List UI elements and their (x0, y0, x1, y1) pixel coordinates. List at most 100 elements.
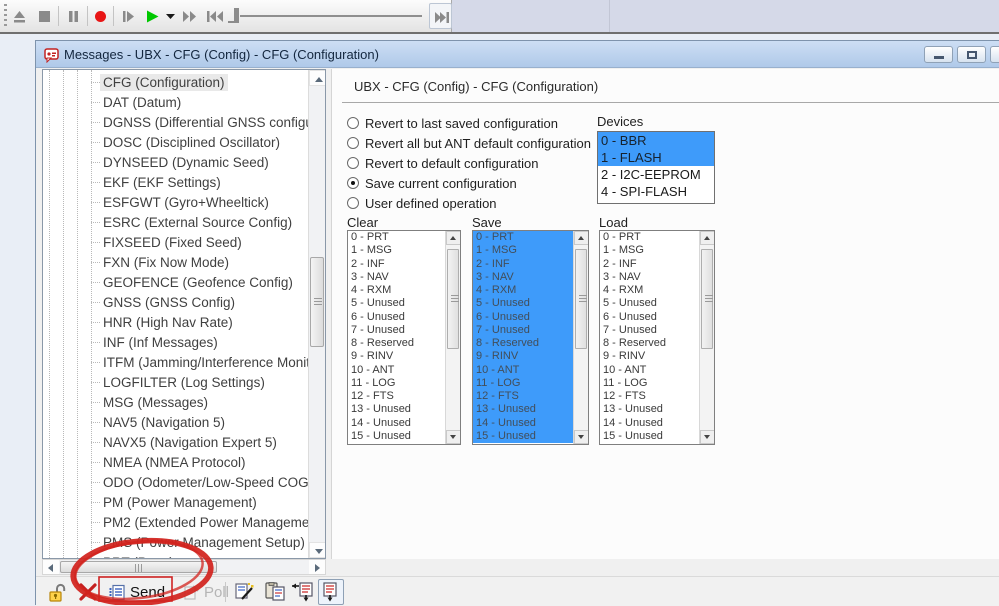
device-item[interactable]: 2 - I2C-EEPROM (598, 166, 714, 183)
tree-item[interactable]: FIXSEED (Fixed Seed) (43, 232, 308, 252)
scroll-up-button[interactable] (309, 70, 326, 86)
pause-icon[interactable] (66, 9, 81, 24)
restore-button[interactable] (957, 46, 986, 63)
list-item-selected[interactable]: 5 - Unused (473, 297, 573, 310)
list-item[interactable]: 2 - INF (600, 258, 699, 271)
list-item-selected[interactable]: 11 - LOG (473, 377, 573, 390)
poll-once-button[interactable] (290, 579, 316, 605)
play-icon[interactable] (145, 9, 160, 24)
list-item-selected[interactable]: 7 - Unused (473, 324, 573, 337)
list-item-selected[interactable]: 8 - Reserved (473, 337, 573, 350)
scroll-up-button[interactable] (574, 231, 589, 245)
radio-revert-default[interactable]: Revert to default configuration (347, 153, 591, 173)
send-button[interactable]: Send (109, 580, 165, 604)
device-item[interactable]: 0 - BBR (598, 132, 714, 149)
list-item-selected[interactable]: 6 - Unused (473, 311, 573, 324)
tree-item[interactable]: FXN (Fix Now Mode) (43, 252, 308, 272)
tree-item[interactable]: DAT (Datum) (43, 92, 308, 112)
tree-item[interactable]: ESRC (External Source Config) (43, 212, 308, 232)
scroll-up-button[interactable] (446, 231, 461, 245)
list-item[interactable]: 12 - FTS (600, 390, 699, 403)
stop-icon[interactable] (37, 9, 52, 24)
tree-item[interactable]: ESFGWT (Gyro+Wheeltick) (43, 192, 308, 212)
list-item[interactable]: 5 - Unused (600, 297, 699, 310)
copy-message-button[interactable] (262, 579, 288, 605)
tree-item[interactable]: INF (Inf Messages) (43, 332, 308, 352)
tree-item[interactable]: PM (Power Management) (43, 492, 308, 512)
toolbar-grip[interactable] (4, 4, 7, 28)
play-options-dropdown-icon[interactable] (166, 9, 176, 24)
list-item[interactable]: 4 - RXM (600, 284, 699, 297)
list-item-selected[interactable]: 2 - INF (473, 258, 573, 271)
list-item[interactable]: 13 - Unused (600, 403, 699, 416)
list-item[interactable]: 11 - LOG (348, 377, 445, 390)
tree-item[interactable]: HNR (High Nav Rate) (43, 312, 308, 332)
tree-item[interactable]: EKF (EKF Settings) (43, 172, 308, 192)
list-item[interactable]: 10 - ANT (600, 364, 699, 377)
radio-revert-all-but-ant[interactable]: Revert all but ANT default configuration (347, 133, 591, 153)
list-item[interactable]: 4 - RXM (348, 284, 445, 297)
tree-item[interactable]: GNSS (GNSS Config) (43, 292, 308, 312)
list-item[interactable]: 3 - NAV (600, 271, 699, 284)
list-item[interactable]: 7 - Unused (600, 324, 699, 337)
list-item[interactable]: 9 - RINV (348, 350, 445, 363)
position-slider[interactable] (240, 15, 422, 17)
skip-to-end-button[interactable] (429, 3, 452, 29)
list-item-selected[interactable]: 1 - MSG (473, 244, 573, 257)
list-item[interactable]: 12 - FTS (348, 390, 445, 403)
tree-item[interactable]: MSG (Messages) (43, 392, 308, 412)
tree-item[interactable]: ITFM (Jamming/Interference Monito (43, 352, 308, 372)
tree-item[interactable]: NAV5 (Navigation 5) (43, 412, 308, 432)
poll-button-disabled[interactable]: Poll (183, 580, 229, 604)
unlock-button[interactable] (48, 580, 67, 604)
tree-item[interactable]: PMS (Power Management Setup) (43, 532, 308, 552)
scrollbar-thumb[interactable] (310, 257, 324, 347)
scroll-up-button[interactable] (700, 231, 715, 245)
list-item[interactable]: 0 - PRT (348, 231, 445, 244)
tree-item[interactable]: NAVX5 (Navigation Expert 5) (43, 432, 308, 452)
list-item[interactable]: 14 - Unused (348, 417, 445, 430)
list-item[interactable]: 0 - PRT (600, 231, 699, 244)
device-item[interactable]: 1 - FLASH (598, 149, 714, 166)
customize-view-button[interactable] (232, 579, 258, 605)
list-item-selected[interactable]: 12 - FTS (473, 390, 573, 403)
list-item[interactable]: 6 - Unused (348, 311, 445, 324)
tree-item[interactable]: ODO (Odometer/Low-Speed COG f (43, 472, 308, 492)
list-item[interactable]: 2 - INF (348, 258, 445, 271)
scrollbar-thumb[interactable] (701, 249, 713, 349)
list-item[interactable]: 8 - Reserved (600, 337, 699, 350)
list-item-selected[interactable]: 13 - Unused (473, 403, 573, 416)
list-item[interactable]: 10 - ANT (348, 364, 445, 377)
scroll-right-button[interactable] (309, 560, 325, 574)
eject-icon[interactable] (12, 9, 27, 24)
list-item-selected[interactable]: 4 - RXM (473, 284, 573, 297)
window-titlebar[interactable]: Messages - UBX - CFG (Config) - CFG (Con… (36, 41, 999, 68)
list-item-selected[interactable]: 3 - NAV (473, 271, 573, 284)
list-item[interactable]: 8 - Reserved (348, 337, 445, 350)
list-item-selected[interactable]: 9 - RINV (473, 350, 573, 363)
step-forward-icon[interactable] (121, 9, 136, 24)
list-item[interactable]: 7 - Unused (348, 324, 445, 337)
minimize-button[interactable] (924, 46, 953, 63)
delete-message-button[interactable] (78, 580, 98, 604)
load-list-scrollbar[interactable] (699, 231, 714, 444)
clear-list-scrollbar[interactable] (445, 231, 460, 444)
list-item[interactable]: 1 - MSG (600, 244, 699, 257)
scrollbar-thumb[interactable] (575, 249, 587, 349)
scroll-down-button[interactable] (309, 542, 326, 558)
tree-item[interactable]: DOSC (Disciplined Oscillator) (43, 132, 308, 152)
list-item[interactable]: 3 - NAV (348, 271, 445, 284)
list-item[interactable]: 1 - MSG (348, 244, 445, 257)
list-item[interactable]: 9 - RINV (600, 350, 699, 363)
list-item[interactable]: 13 - Unused (348, 403, 445, 416)
scrollbar-thumb[interactable] (60, 561, 217, 573)
list-item-selected[interactable]: 0 - PRT (473, 231, 573, 244)
device-item[interactable]: 4 - SPI-FLASH (598, 183, 714, 200)
position-slider-thumb[interactable] (234, 8, 239, 23)
list-item[interactable]: 15 - Unused (348, 430, 445, 443)
list-item[interactable]: 5 - Unused (348, 297, 445, 310)
list-item-selected[interactable]: 14 - Unused (473, 417, 573, 430)
scroll-down-button[interactable] (574, 430, 589, 444)
scroll-down-button[interactable] (446, 430, 461, 444)
scroll-down-button[interactable] (700, 430, 715, 444)
